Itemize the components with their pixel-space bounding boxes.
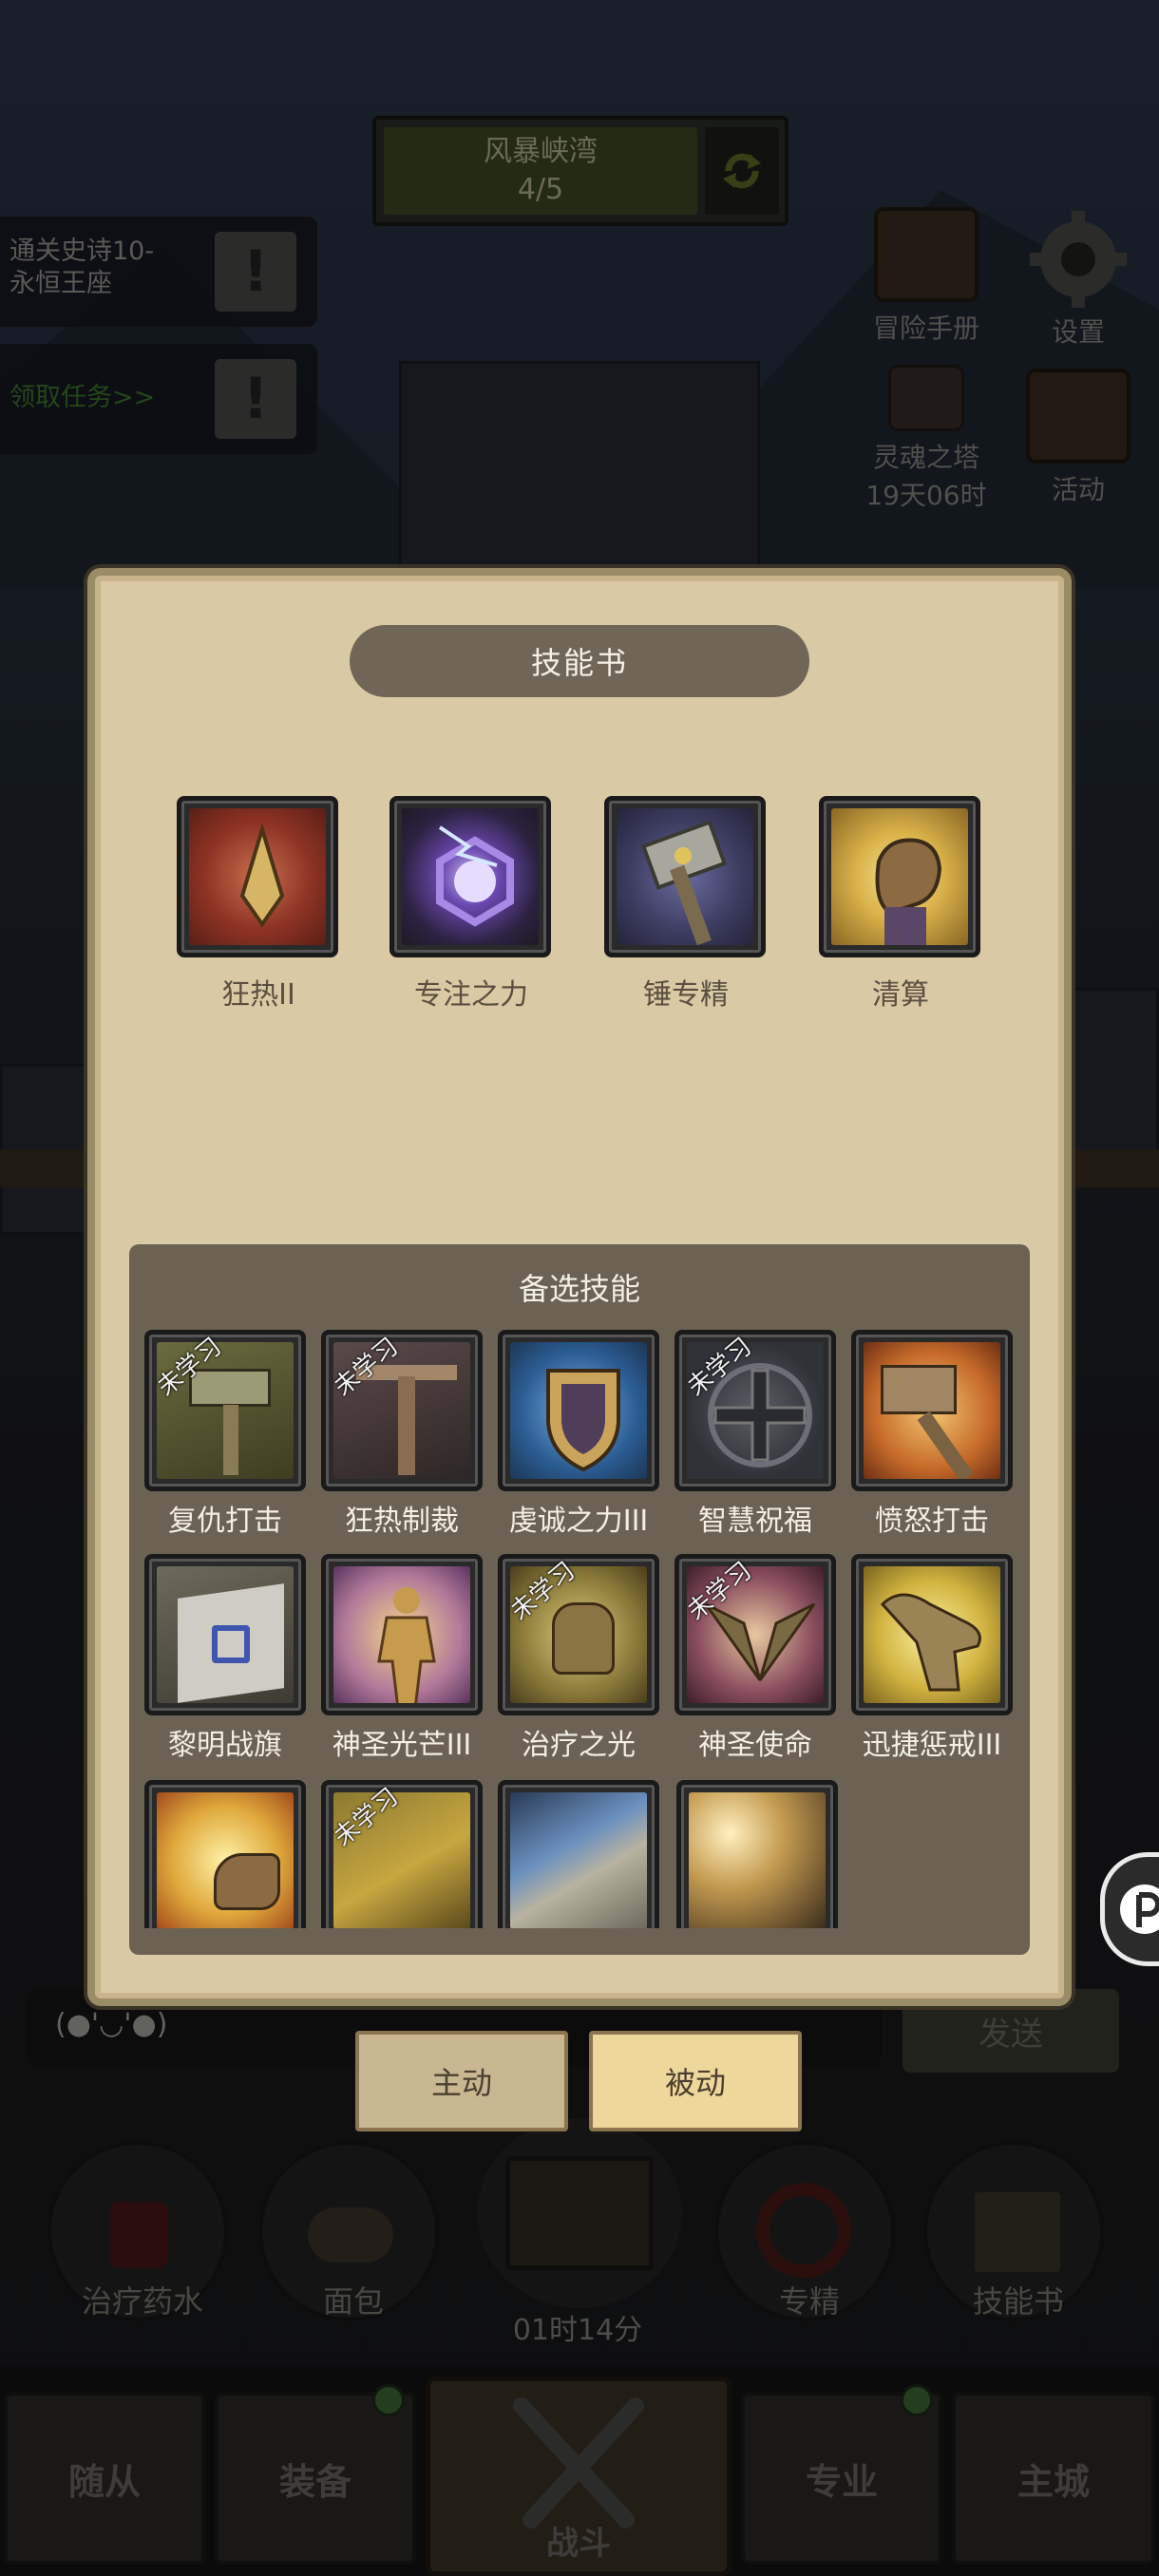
alternate-skills-title: 备选技能	[518, 1271, 640, 1307]
skill-frame: 未学习	[321, 1780, 483, 1928]
equipped-skill-slot[interactable]: 狂热II	[177, 796, 340, 1013]
skill-frame	[851, 1554, 1013, 1715]
skill-frame	[498, 1330, 659, 1491]
skill-name: 神圣光芒III	[332, 1729, 472, 1762]
panel-title: 技能书	[350, 625, 809, 697]
dawn-banner-icon	[157, 1566, 294, 1703]
holy-radiance-icon	[333, 1566, 470, 1703]
devotion-shield-icon	[510, 1342, 647, 1479]
zeal-gem-icon	[189, 808, 326, 945]
alternate-skill-slot[interactable]: 虔诚之力III	[498, 1330, 659, 1539]
skill-name: 复仇打击	[168, 1505, 282, 1538]
alternate-skill-slot[interactable]	[498, 1780, 659, 1928]
skill-name: 迅捷惩戒III	[862, 1729, 1002, 1762]
golden-mace-icon	[689, 1792, 826, 1928]
skill-frame	[321, 1554, 483, 1715]
alternate-skill-slot[interactable]: 未学习	[321, 1780, 483, 1928]
skill-name: 黎明战旗	[168, 1729, 282, 1762]
skill-frame: 未学习	[321, 1330, 483, 1491]
skill-name: 智慧祝福	[698, 1505, 812, 1538]
alternate-skill-slot[interactable]	[676, 1780, 838, 1928]
alternate-skills-overflow: 未学习	[129, 1776, 1030, 1928]
skill-name: 狂热制裁	[345, 1505, 459, 1538]
fist-shape	[875, 838, 942, 945]
skill-name: 锤专精	[643, 978, 729, 1012]
hammer-mastery-icon	[617, 808, 753, 945]
shield-shape	[546, 1369, 620, 1472]
equipped-skill-slot[interactable]: 清算	[819, 796, 982, 1013]
skill-frame	[144, 1554, 306, 1715]
alternate-skill-slot[interactable]: 黎明战旗	[144, 1554, 306, 1763]
gem-shape	[239, 823, 285, 928]
alternate-skill-slot[interactable]: 愤怒打击	[851, 1330, 1013, 1539]
hand-shape	[880, 1593, 981, 1692]
equipped-skill-slot[interactable]: 锤专精	[604, 796, 768, 1013]
figure-shape	[377, 1587, 436, 1703]
alternate-skill-slot[interactable]: 未学习 狂热制裁	[321, 1330, 483, 1539]
hammer-shape	[640, 820, 728, 945]
light-hand-icon	[157, 1792, 294, 1928]
skill-frame: 未学习	[674, 1554, 836, 1715]
skill-name: 愤怒打击	[875, 1505, 989, 1538]
skill-frame	[604, 796, 766, 957]
skill-name: 专注之力	[414, 978, 528, 1012]
skill-frame	[177, 796, 338, 957]
alternate-skill-slot[interactable]: 未学习 复仇打击	[144, 1330, 306, 1539]
reckoning-fist-icon	[831, 808, 968, 945]
tab-active-skills[interactable]: 主动	[355, 2031, 568, 2131]
skill-frame: 未学习	[498, 1554, 659, 1715]
skill-name: 治疗之光	[522, 1729, 636, 1762]
focus-orb-icon	[402, 808, 539, 945]
skill-name: 神圣使命	[698, 1729, 812, 1762]
skill-frame	[851, 1330, 1013, 1491]
skill-frame: 未学习	[144, 1330, 306, 1491]
assistant-icon	[1120, 1885, 1159, 1934]
round-shield-icon	[510, 1792, 647, 1928]
skill-name: 清算	[872, 978, 929, 1012]
alternate-skill-slot[interactable]: 未学习 智慧祝福	[674, 1330, 836, 1539]
tab-passive-skills[interactable]: 被动	[589, 2031, 802, 2131]
skill-name: 狂热II	[221, 978, 295, 1012]
skill-frame	[390, 796, 551, 957]
alternate-skill-slot[interactable]: 迅捷惩戒III	[851, 1554, 1013, 1763]
equipped-skill-slot[interactable]: 专注之力	[390, 796, 553, 1013]
alternate-skill-slot[interactable]: 未学习 神圣使命	[674, 1554, 836, 1763]
skill-name: 虔诚之力III	[508, 1505, 649, 1538]
skill-frame: 未学习	[674, 1330, 836, 1491]
wrath-hammer-icon	[864, 1342, 1000, 1479]
skill-frame	[676, 1780, 838, 1928]
orb-shape	[436, 825, 514, 927]
swift-chastise-icon	[864, 1566, 1000, 1703]
alternate-skill-slot[interactable]	[144, 1780, 306, 1928]
skill-frame	[144, 1780, 306, 1928]
skill-frame	[498, 1780, 659, 1928]
alternate-skill-slot[interactable]: 未学习 治疗之光	[498, 1554, 659, 1763]
alternate-skill-slot[interactable]: 神圣光芒III	[321, 1554, 483, 1763]
skill-frame	[819, 796, 980, 957]
